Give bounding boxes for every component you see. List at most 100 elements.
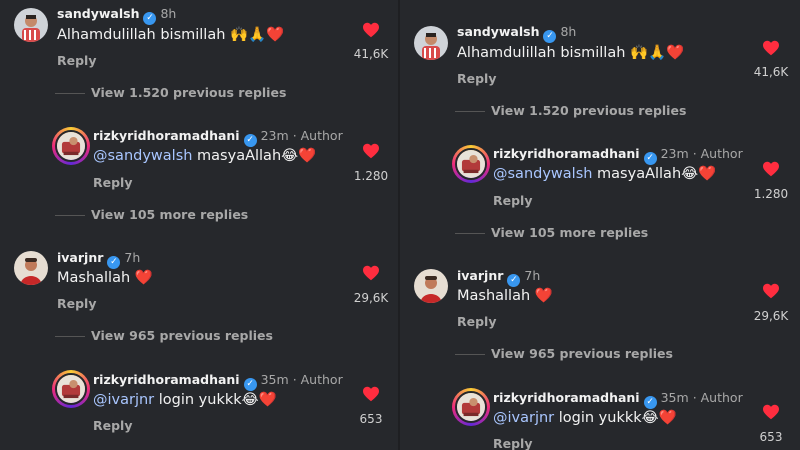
heart-icon[interactable] [362,265,380,281]
avatar-rizkyridhoramadhani[interactable] [452,145,490,183]
username[interactable]: sandywalsh [57,6,139,21]
like-count: 29,6K [753,309,789,323]
comment-header: sandywalsh ✓ 8h [457,24,576,43]
comment-body: masyaAllah [592,166,682,182]
comment-body: Alhamdulillah bismillah [57,27,226,43]
mention-link[interactable]: @sandywalsh [493,166,592,182]
like-count: 41,6K [753,65,789,79]
view-replies-label: View 1.520 previous replies [91,85,287,100]
heart-icon[interactable] [762,283,780,299]
avatar-sandywalsh[interactable] [14,8,48,42]
view-replies-link[interactable]: View 1.520 previous replies [55,85,286,100]
view-replies-label: View 105 more replies [91,207,249,222]
like-count: 653 [359,412,383,426]
comment-emojis: 😂❤️ [281,148,317,164]
heart-icon[interactable] [362,386,380,402]
comment-header: ivarjnr ✓ 7h [57,250,140,269]
username[interactable]: rizkyridhoramadhani [93,128,240,143]
view-replies-link[interactable]: View 105 more replies [55,207,248,222]
timestamp: 35m [660,390,689,405]
comment-body: login yukkk [154,392,242,408]
reply-button[interactable]: Reply [93,175,132,190]
username[interactable]: ivarjnr [57,250,103,265]
comment-header: sandywalsh ✓ 8h [57,6,176,25]
reply-button[interactable]: Reply [493,193,532,208]
thread-line [55,215,85,216]
comment-body: masyaAllah [192,148,282,164]
reply-button[interactable]: Reply [457,71,496,86]
timestamp: 23m [260,128,289,143]
heart-icon[interactable] [762,404,780,420]
thread-line [455,111,485,112]
comment-emojis: 😂❤️ [241,392,277,408]
author-tag: · Author [692,146,743,161]
comment-emojis: 🙌🙏❤️ [230,27,285,43]
view-replies-link[interactable]: View 1.520 previous replies [455,103,686,118]
view-replies-link[interactable]: View 105 more replies [455,225,648,240]
comments-panel-right-content: sandywalsh ✓ 8h Alhamdulillah bismillah 🙌🙏… [400,18,798,450]
comment-header: rizkyridhoramadhani ✓ 23m · Author [93,128,343,147]
author-tag: · Author [292,128,343,143]
comment-text: Alhamdulillah bismillah 🙌🙏❤️ [457,44,684,61]
comment-text: Alhamdulillah bismillah 🙌🙏❤️ [57,26,284,43]
reply-button[interactable]: Reply [93,418,132,433]
heart-icon[interactable] [762,161,780,177]
comment-header: rizkyridhoramadhani ✓ 23m · Author [493,146,743,165]
verified-icon: ✓ [143,12,157,25]
comment-header: ivarjnr ✓ 7h [457,268,540,287]
like-count: 653 [759,430,783,444]
comment-body: Mashallah [57,270,131,286]
username[interactable]: rizkyridhoramadhani [493,146,640,161]
timestamp: 7h [124,250,141,265]
avatar-rizkyridhoramadhani[interactable] [452,388,490,426]
username[interactable]: rizkyridhoramadhani [493,390,640,405]
avatar-sandywalsh[interactable] [414,26,448,60]
timestamp: 8h [560,24,577,39]
like-count: 41,6K [353,47,389,61]
heart-icon[interactable] [362,143,380,159]
mention-link[interactable]: @ivarjnr [93,392,154,408]
view-replies-label: View 965 previous replies [491,346,673,361]
comment-body: Alhamdulillah bismillah [457,45,626,61]
mention-link[interactable]: @sandywalsh [93,148,192,164]
like-count: 29,6K [353,291,389,305]
thread-line [55,93,85,94]
heart-icon[interactable] [362,22,380,38]
verified-icon: ✓ [507,274,521,287]
avatar-ivarjnr[interactable] [414,269,448,303]
avatar-rizkyridhoramadhani[interactable] [52,127,90,165]
comment-header: rizkyridhoramadhani ✓ 35m · Author [493,390,743,409]
verified-icon: ✓ [107,256,121,269]
timestamp: 7h [524,268,541,283]
timestamp: 23m [660,146,689,161]
thread-line [455,354,485,355]
reply-button[interactable]: Reply [57,296,96,311]
view-replies-link[interactable]: View 965 previous replies [55,328,273,343]
comment-emojis: ❤️ [134,270,153,286]
mention-link[interactable]: @ivarjnr [493,410,554,426]
avatar-ivarjnr[interactable] [14,251,48,285]
comment-emojis: 😂❤️ [681,166,717,182]
comment-text: @sandywalsh masyaAllah😂❤️ [93,147,316,164]
thread-line [55,336,85,337]
comment-emojis: 😂❤️ [641,410,677,426]
comment-body: login yukkk [554,410,642,426]
comments-panel-right: sandywalsh ✓ 8h Alhamdulillah bismillah 🙌🙏… [400,0,798,450]
comments-panel-left: sandywalsh ✓ 8h Alhamdulillah bismillah 🙌🙏… [0,0,398,450]
username[interactable]: sandywalsh [457,24,539,39]
avatar-rizkyridhoramadhani[interactable] [52,370,90,408]
view-replies-link[interactable]: View 965 previous replies [455,346,673,361]
username[interactable]: ivarjnr [457,268,503,283]
verified-icon: ✓ [643,152,657,165]
reply-button[interactable]: Reply [493,436,532,450]
verified-icon: ✓ [543,30,557,43]
comment-text: @sandywalsh masyaAllah😂❤️ [493,165,716,182]
author-tag: · Author [292,372,343,387]
username[interactable]: rizkyridhoramadhani [93,372,240,387]
reply-button[interactable]: Reply [457,314,496,329]
thread-line [455,233,485,234]
heart-icon[interactable] [762,40,780,56]
reply-button[interactable]: Reply [57,53,96,68]
comment-text: Mashallah ❤️ [457,287,553,304]
verified-icon: ✓ [243,134,257,147]
